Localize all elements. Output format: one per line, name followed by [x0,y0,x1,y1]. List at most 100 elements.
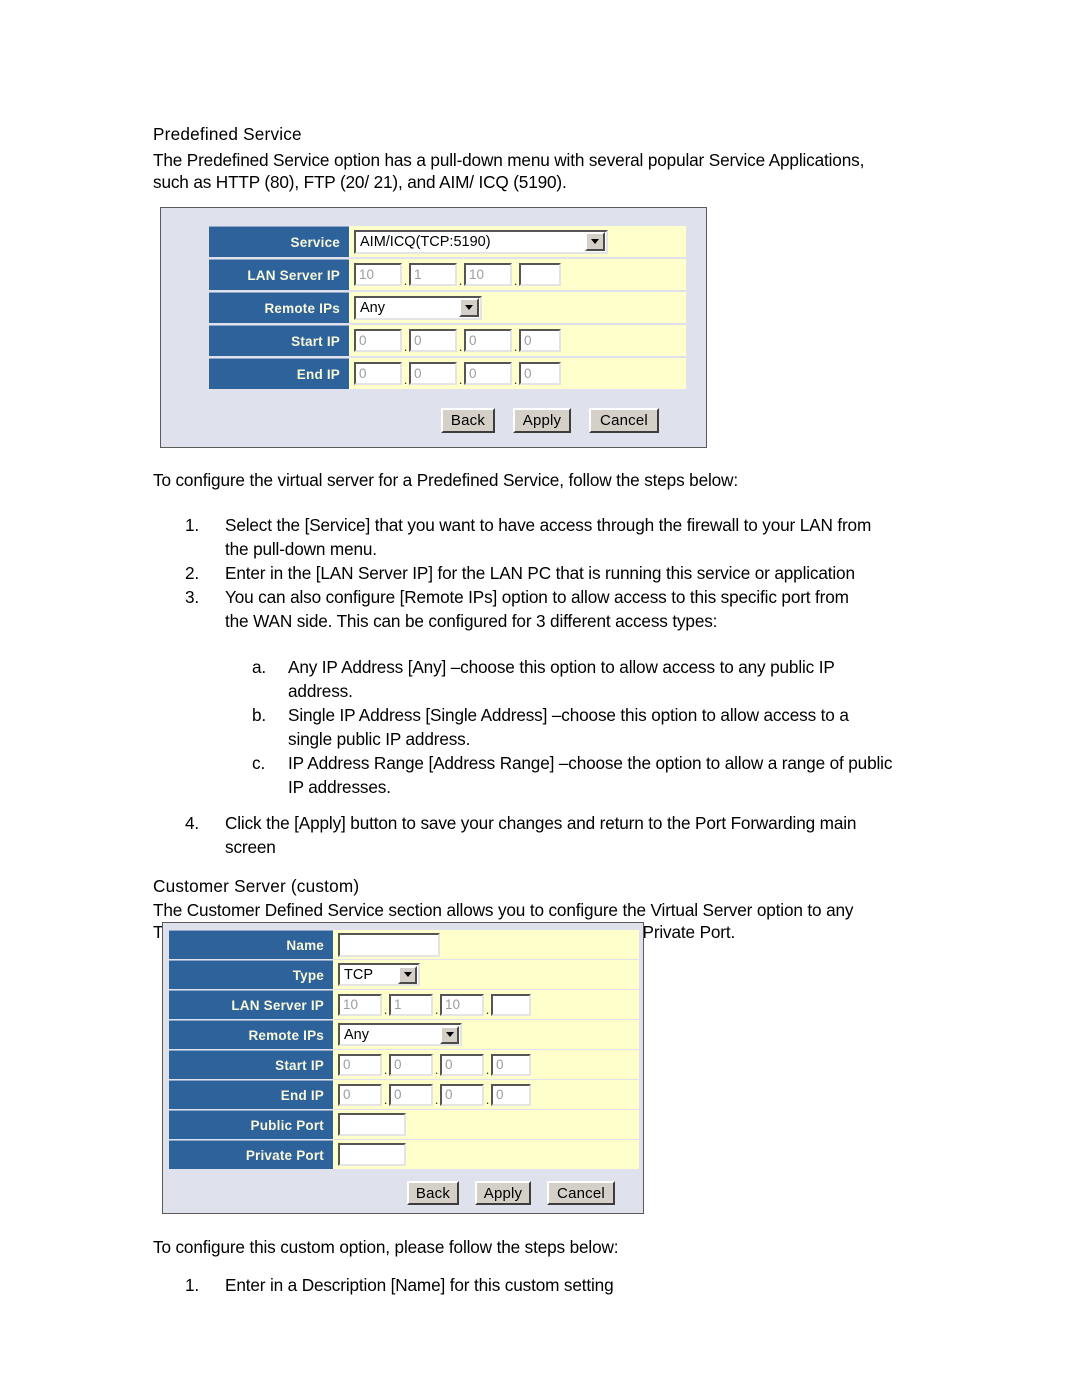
type-dropdown[interactable]: TCP [338,963,420,986]
list-item: c. IP Address Range [Address Range] –cho… [252,751,942,776]
octet-separator: . [434,1062,439,1077]
arrow-down-glyph [591,239,599,244]
end-ip-octet-3[interactable]: 0 [440,1083,484,1106]
octet-separator: . [403,372,408,387]
type-dropdown-value: TCP [344,966,373,983]
start-ip-label: Start IP [169,1050,333,1079]
list-text: Select the [Service] that you want to ha… [225,515,872,535]
end-ip-octet-1[interactable]: 0 [354,362,402,385]
form-row-end-ip: End IP 0 . 0 . 0 . 0 [209,358,686,389]
name-label: Name [169,930,333,959]
end-ip-octet-2[interactable]: 0 [389,1083,433,1106]
start-ip-octet-3[interactable]: 0 [440,1053,484,1076]
arrow-down-glyph [403,972,412,977]
form-row-type: Type TCP [169,960,639,989]
private-port-input[interactable] [338,1143,406,1166]
apply-button[interactable]: Apply [475,1181,531,1205]
list-item-continuation: address. [288,679,932,704]
form-row-service: Service AIM/ICQ(TCP:5190) [209,226,686,257]
remote-ips-dropdown[interactable]: Any [338,1023,462,1046]
lan-server-ip-octet-2[interactable]: 1 [389,993,433,1016]
end-ip-label: End IP [169,1080,333,1109]
start-ip-octet-4[interactable]: 0 [519,329,561,352]
lan-server-ip-octet-2[interactable]: 1 [409,263,457,286]
lan-server-ip-octet-4[interactable] [491,993,531,1016]
lan-server-ip-octet-1[interactable]: 10 [354,263,402,286]
lan-server-ip-octet-4[interactable] [519,263,561,286]
form-row-name: Name [169,930,639,959]
lan-server-ip-label: LAN Server IP [209,259,349,290]
start-ip-value-cell: 0 . 0 . 0 . 0 [333,1050,639,1079]
remote-ips-dropdown[interactable]: Any [354,295,482,320]
service-value-cell: AIM/ICQ(TCP:5190) [349,226,686,257]
list-marker: 3. [185,587,200,607]
cancel-button[interactable]: Cancel [589,408,659,433]
octet-separator: . [434,1092,439,1107]
service-dropdown[interactable]: AIM/ICQ(TCP:5190) [354,229,608,254]
list-text: screen [225,837,276,857]
arrow-down-glyph [465,305,473,310]
list-item-continuation: screen [225,835,930,860]
lan-server-ip-octet-3[interactable]: 10 [464,263,512,286]
list-text: IP addresses. [288,777,391,797]
back-button[interactable]: Back [441,408,495,433]
form-row-lan-server-ip: LAN Server IP 10 . 1 . 10 . [209,259,686,290]
start-ip-octet-3[interactable]: 0 [464,329,512,352]
octet-separator: . [513,339,518,354]
private-port-label: Private Port [169,1140,333,1169]
public-port-label: Public Port [169,1110,333,1139]
chevron-down-icon[interactable] [585,232,605,251]
end-ip-octet-3[interactable]: 0 [464,362,512,385]
start-ip-octet-1[interactable]: 0 [354,329,402,352]
list-marker: c. [252,753,266,773]
end-ip-octet-2[interactable]: 0 [409,362,457,385]
list-item: 3. You can also configure [Remote IPs] o… [185,585,930,610]
cancel-button[interactable]: Cancel [547,1181,615,1205]
lan-server-ip-value-cell: 10 . 1 . 10 . [349,259,686,290]
lan-server-ip-value-cell: 10 . 1 . 10 . [333,990,639,1019]
start-ip-octet-1[interactable]: 0 [338,1053,382,1076]
chevron-down-icon[interactable] [459,298,479,317]
list-item: b. Single IP Address [Single Address] –c… [252,703,932,728]
list-text: Enter in a Description [Name] for this c… [225,1275,614,1295]
apply-button[interactable]: Apply [513,408,571,433]
end-ip-value-cell: 0 . 0 . 0 . 0 [333,1080,639,1109]
name-value-cell [333,930,639,959]
end-ip-octet-1[interactable]: 0 [338,1083,382,1106]
list-item: a. Any IP Address [Any] –choose this opt… [252,655,932,680]
lan-server-ip-octet-1[interactable]: 10 [338,993,382,1016]
octet-separator: . [458,273,463,288]
arrow-down-glyph [445,1032,454,1037]
private-port-value-cell [333,1140,639,1169]
chevron-down-icon[interactable] [440,1025,459,1044]
octet-separator: . [458,339,463,354]
end-ip-octet-4[interactable]: 0 [519,362,561,385]
start-ip-octet-2[interactable]: 0 [389,1053,433,1076]
name-input[interactable] [338,932,440,957]
list-text: address. [288,681,353,701]
octet-separator: . [403,339,408,354]
predefined-service-config-panel: Service AIM/ICQ(TCP:5190) LAN Server IP … [160,207,707,448]
octet-separator: . [485,1062,490,1077]
list-item: 2. Enter in the [LAN Server IP] for the … [185,561,930,586]
predefined-service-heading: Predefined Service [153,124,302,144]
octet-separator: . [383,1092,388,1107]
lan-server-ip-octet-3[interactable]: 10 [440,993,484,1016]
list-text: You can also configure [Remote IPs] opti… [225,587,849,607]
public-port-input[interactable] [338,1113,406,1136]
form-row-start-ip: Start IP 0 . 0 . 0 . 0 [209,325,686,356]
list-text: single public IP address. [288,729,471,749]
list-marker: 1. [185,1275,200,1295]
chevron-down-icon[interactable] [398,965,417,984]
start-ip-octet-2[interactable]: 0 [409,329,457,352]
end-ip-octet-4[interactable]: 0 [491,1083,531,1106]
remote-ips-value-cell: Any [349,292,686,323]
list-marker: 4. [185,813,200,833]
start-ip-label: Start IP [209,325,349,356]
start-ip-octet-4[interactable]: 0 [491,1053,531,1076]
back-button[interactable]: Back [407,1181,459,1205]
list-text: Any IP Address [Any] –choose this option… [288,657,835,677]
list-text: Click the [Apply] button to save your ch… [225,813,857,833]
type-value-cell: TCP [333,960,639,989]
octet-separator: . [485,1002,490,1017]
